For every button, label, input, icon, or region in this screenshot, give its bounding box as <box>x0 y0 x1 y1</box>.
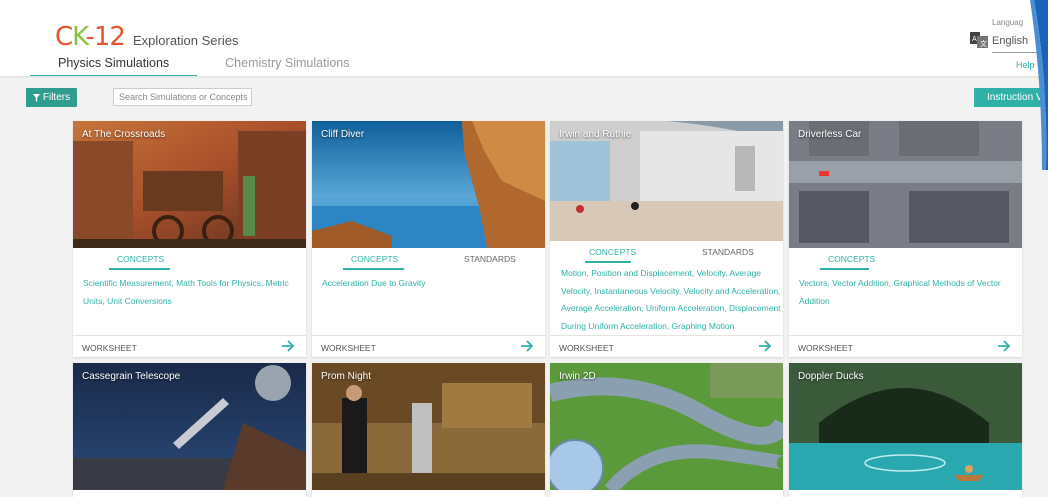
sim-card[interactable]: Prom Night <box>312 363 545 497</box>
card-tabs: CONCEPTS <box>73 248 306 270</box>
concept-line[interactable]: Addition <box>799 293 1001 311</box>
ck12-logo[interactable]: CK-12 Exploration Series <box>55 24 238 54</box>
arrow-right-icon[interactable] <box>997 339 1011 353</box>
concept-line[interactable]: Motion, Position and Displacement, Veloc… <box>561 265 781 283</box>
tab-chemistry[interactable]: Chemistry Simulations <box>197 55 377 77</box>
tab-underline <box>109 268 170 270</box>
card-footer[interactable]: WORKSHEET <box>312 335 545 357</box>
card-title: Cassegrain Telescope <box>82 371 181 382</box>
tab-standards[interactable]: STANDARDS <box>702 247 754 257</box>
irwin-2d-illustration <box>550 363 783 490</box>
card-thumbnail[interactable]: Cliff Diver <box>312 121 545 248</box>
card-thumbnail[interactable]: Irwin and Ruthie <box>550 121 783 241</box>
tab-physics[interactable]: Physics Simulations <box>30 55 198 77</box>
worksheet-label: WORKSHEET <box>798 343 853 353</box>
sim-card[interactable]: Irwin and Ruthie CONCEPTS STANDARDS Moti… <box>550 121 783 357</box>
sim-card[interactable]: Irwin 2D <box>550 363 783 497</box>
telescope-illustration <box>73 363 306 490</box>
filters-button[interactable]: Filters <box>26 88 77 107</box>
card-footer[interactable]: WORKSHEET <box>73 335 306 357</box>
card-title: Irwin and Ruthie <box>559 129 632 140</box>
card-title: Cliff Diver <box>321 129 365 140</box>
card-title: Driverless Car <box>798 129 862 140</box>
crossroads-illustration <box>73 121 306 248</box>
sim-card[interactable]: At The Crossroads CONCEPTS Scientific Me… <box>73 121 306 357</box>
tab-underline <box>343 268 404 270</box>
sim-card[interactable]: Driverless Car CONCEPTS Vectors, Vector … <box>789 121 1022 357</box>
card-thumbnail[interactable]: Doppler Ducks <box>789 363 1022 490</box>
header: CK-12 Exploration Series Physics Simulat… <box>0 0 1048 78</box>
svg-text:A: A <box>972 35 977 43</box>
cliff-diver-illustration <box>312 121 545 248</box>
concept-list: Motion, Position and Displacement, Veloc… <box>561 265 781 335</box>
tab-underline <box>585 261 631 263</box>
card-footer[interactable]: WORKSHEET <box>789 335 1022 357</box>
card-thumbnail[interactable]: Driverless Car <box>789 121 1022 248</box>
worksheet-label: WORKSHEET <box>321 343 376 353</box>
card-thumbnail[interactable]: Irwin 2D <box>550 363 783 490</box>
decorative-swoosh <box>1030 0 1048 170</box>
concept-list: Acceleration Due to Gravity <box>322 275 425 293</box>
translate-icon[interactable]: A 文 <box>970 32 988 48</box>
concept-list: Vectors, Vector Addition, Graphical Meth… <box>799 275 1001 310</box>
tab-concepts[interactable]: CONCEPTS <box>351 254 398 264</box>
worksheet-label: WORKSHEET <box>559 343 614 353</box>
logo-mark: CK-12 <box>55 22 126 52</box>
arrow-right-icon[interactable] <box>281 339 295 353</box>
search-input[interactable]: Search Simulations or Concepts <box>113 88 252 106</box>
sim-card[interactable]: Cassegrain Telescope <box>73 363 306 497</box>
arrow-right-icon[interactable] <box>758 339 772 353</box>
concept-line[interactable]: Average Acceleration, Uniform Accelerati… <box>561 300 781 318</box>
worksheet-label: WORKSHEET <box>82 343 137 353</box>
concept-line[interactable]: Scientific Measurement, Math Tools for P… <box>83 275 289 293</box>
concept-line[interactable]: Vectors, Vector Addition, Graphical Meth… <box>799 275 1001 293</box>
card-footer[interactable]: WORKSHEET <box>550 335 783 357</box>
language-label: Languag <box>992 18 1024 27</box>
tab-underline <box>820 268 869 270</box>
filters-label: Filters <box>42 92 71 103</box>
card-title: Prom Night <box>321 371 372 382</box>
card-thumbnail[interactable]: Prom Night <box>312 363 545 490</box>
svg-text:文: 文 <box>980 39 987 48</box>
card-title: Irwin 2D <box>559 371 596 382</box>
concept-line[interactable]: Velocity, Instantaneous Velocity, Veloci… <box>561 283 781 301</box>
card-tabs: CONCEPTS STANDARDS <box>550 241 783 263</box>
tab-standards[interactable]: STANDARDS <box>464 254 516 264</box>
tab-concepts[interactable]: CONCEPTS <box>828 254 875 264</box>
sim-card[interactable]: Cliff Diver CONCEPTS STANDARDS Accelerat… <box>312 121 545 357</box>
arrow-right-icon[interactable] <box>520 339 534 353</box>
sim-card[interactable]: Doppler Ducks <box>789 363 1022 497</box>
tab-concepts[interactable]: CONCEPTS <box>589 247 636 257</box>
driverless-car-illustration <box>789 121 1022 248</box>
concept-line[interactable]: Units, Unit Conversions <box>83 293 289 311</box>
logo-series-text: Exploration Series <box>132 33 239 48</box>
concept-line[interactable]: Acceleration Due to Gravity <box>322 275 425 293</box>
card-thumbnail[interactable]: Cassegrain Telescope <box>73 363 306 490</box>
concept-list: Scientific Measurement, Math Tools for P… <box>83 275 289 310</box>
concept-line[interactable]: During Uniform Acceleration, Graphing Mo… <box>561 318 781 336</box>
card-title: At The Crossroads <box>82 129 166 140</box>
card-tabs: CONCEPTS STANDARDS <box>312 248 545 270</box>
card-thumbnail[interactable]: At The Crossroads <box>73 121 306 248</box>
simulation-tabs: Physics Simulations Chemistry Simulation… <box>30 55 378 77</box>
card-tabs: CONCEPTS <box>789 248 1022 270</box>
doppler-ducks-illustration <box>789 363 1022 490</box>
tab-concepts[interactable]: CONCEPTS <box>117 254 164 264</box>
card-title: Doppler Ducks <box>798 371 864 382</box>
filter-icon <box>32 93 40 102</box>
prom-night-illustration <box>312 363 545 490</box>
